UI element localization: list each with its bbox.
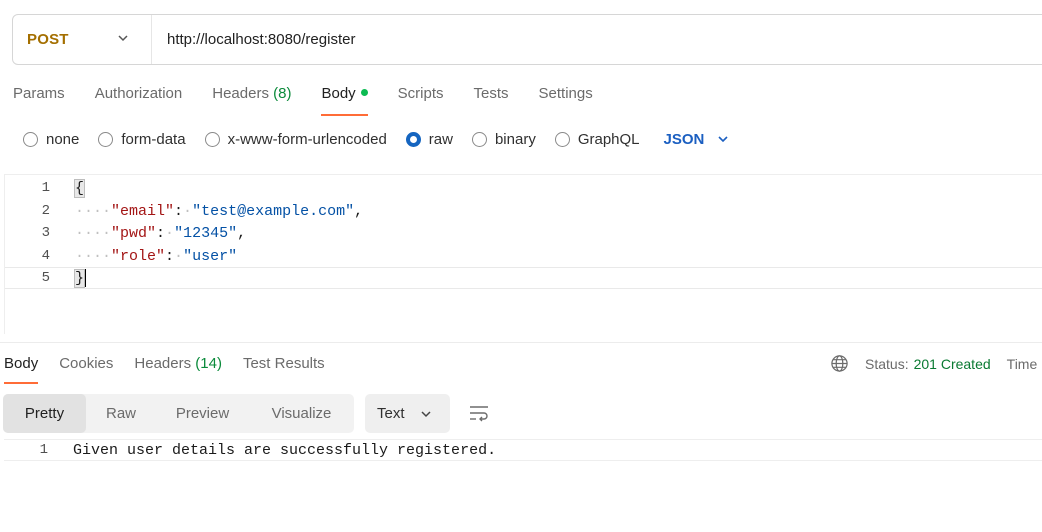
- line-number: 3: [41, 225, 50, 241]
- response-format-select[interactable]: Text: [365, 394, 450, 433]
- request-url-bar: POST http://localhost:8080/register: [12, 14, 1042, 65]
- close-brace: }: [73, 268, 86, 288]
- radio-urlencoded[interactable]: x-www-form-urlencoded: [204, 131, 387, 148]
- response-headers-count: (14): [195, 355, 222, 372]
- code-line: 1 {: [5, 177, 1042, 199]
- tab-scripts[interactable]: Scripts: [398, 80, 444, 116]
- radio-form-data[interactable]: form-data: [98, 131, 186, 148]
- tab-authorization[interactable]: Authorization: [95, 80, 183, 116]
- tab-test-results[interactable]: Test Results: [243, 352, 325, 384]
- mode-preview[interactable]: Preview: [156, 394, 249, 433]
- mode-pretty[interactable]: Pretty: [3, 394, 86, 433]
- radio-none[interactable]: none: [23, 131, 79, 148]
- response-meta: Status: 201 Created Time: [830, 354, 1037, 373]
- tab-params[interactable]: Params: [13, 80, 65, 116]
- response-tabs: Body Cookies Headers (14) Test Results: [4, 352, 346, 384]
- json-value: "test@example.com": [192, 202, 355, 220]
- mode-raw[interactable]: Raw: [86, 394, 156, 433]
- text-caret: [84, 269, 87, 287]
- tab-tests[interactable]: Tests: [474, 80, 509, 116]
- line-number: 1: [41, 180, 50, 196]
- code-line-active: 5 }: [5, 267, 1042, 289]
- tab-response-headers[interactable]: Headers (14): [134, 352, 222, 384]
- json-key: "email": [111, 202, 175, 220]
- pane-divider[interactable]: [0, 342, 1042, 343]
- code-line: 3 ····"pwd":·"12345",: [5, 222, 1042, 244]
- tab-headers[interactable]: Headers (8): [212, 80, 291, 116]
- time-label[interactable]: Time: [1007, 356, 1038, 372]
- code-line: 2 ····"email":·"test@example.com",: [5, 200, 1042, 222]
- chevron-down-icon: [718, 136, 728, 143]
- tab-cookies[interactable]: Cookies: [59, 352, 113, 384]
- method-select[interactable]: POST: [13, 15, 152, 64]
- status-label: Status:: [865, 355, 909, 372]
- json-value: "user": [183, 247, 238, 265]
- radio-circle-checked: [405, 131, 421, 147]
- radio-circle: [471, 131, 487, 147]
- status-badge[interactable]: 201 Created: [914, 356, 991, 372]
- open-brace: {: [73, 178, 86, 198]
- line-number: 5: [41, 270, 50, 286]
- body-modified-dot: [360, 88, 368, 96]
- globe-icon[interactable]: [830, 354, 849, 373]
- raw-format-select[interactable]: JSON: [664, 131, 730, 148]
- json-value: "12345": [174, 224, 238, 242]
- radio-binary[interactable]: binary: [471, 131, 536, 148]
- response-view-modes: Pretty Raw Preview Visualize: [3, 394, 354, 433]
- tab-response-body[interactable]: Body: [4, 352, 39, 384]
- radio-circle: [98, 131, 114, 147]
- radio-raw[interactable]: raw: [405, 131, 453, 148]
- request-tabs: Params Authorization Headers (8) Body Sc…: [13, 80, 623, 116]
- radio-circle: [23, 131, 38, 147]
- url-input[interactable]: http://localhost:8080/register: [152, 31, 355, 48]
- chevron-down-icon: [420, 410, 431, 417]
- radio-circle: [204, 131, 220, 147]
- chevron-down-icon: [118, 35, 128, 42]
- line-number: 1: [39, 442, 48, 458]
- json-key: "role": [111, 247, 166, 265]
- headers-count: (8): [273, 85, 292, 102]
- wrap-lines-icon[interactable]: [468, 403, 490, 423]
- radio-circle: [554, 131, 570, 147]
- code-line: 4 ····"role":·"user": [5, 245, 1042, 267]
- line-number: 2: [41, 203, 50, 219]
- tab-body[interactable]: Body: [321, 80, 368, 116]
- line-number: 4: [41, 248, 50, 264]
- response-text: Given user details are successfully regi…: [73, 441, 497, 459]
- tab-settings[interactable]: Settings: [539, 80, 593, 116]
- request-body-editor[interactable]: 1 { 2 ····"email":·"test@example.com", 3…: [4, 174, 1042, 334]
- response-body[interactable]: 1 Given user details are successfully re…: [4, 439, 1042, 461]
- radio-graphql[interactable]: GraphQL: [554, 131, 640, 148]
- json-key: "pwd": [111, 224, 157, 242]
- body-type-options: none form-data x-www-form-urlencoded raw…: [23, 128, 729, 150]
- method-label: POST: [27, 31, 69, 48]
- mode-visualize[interactable]: Visualize: [249, 394, 354, 433]
